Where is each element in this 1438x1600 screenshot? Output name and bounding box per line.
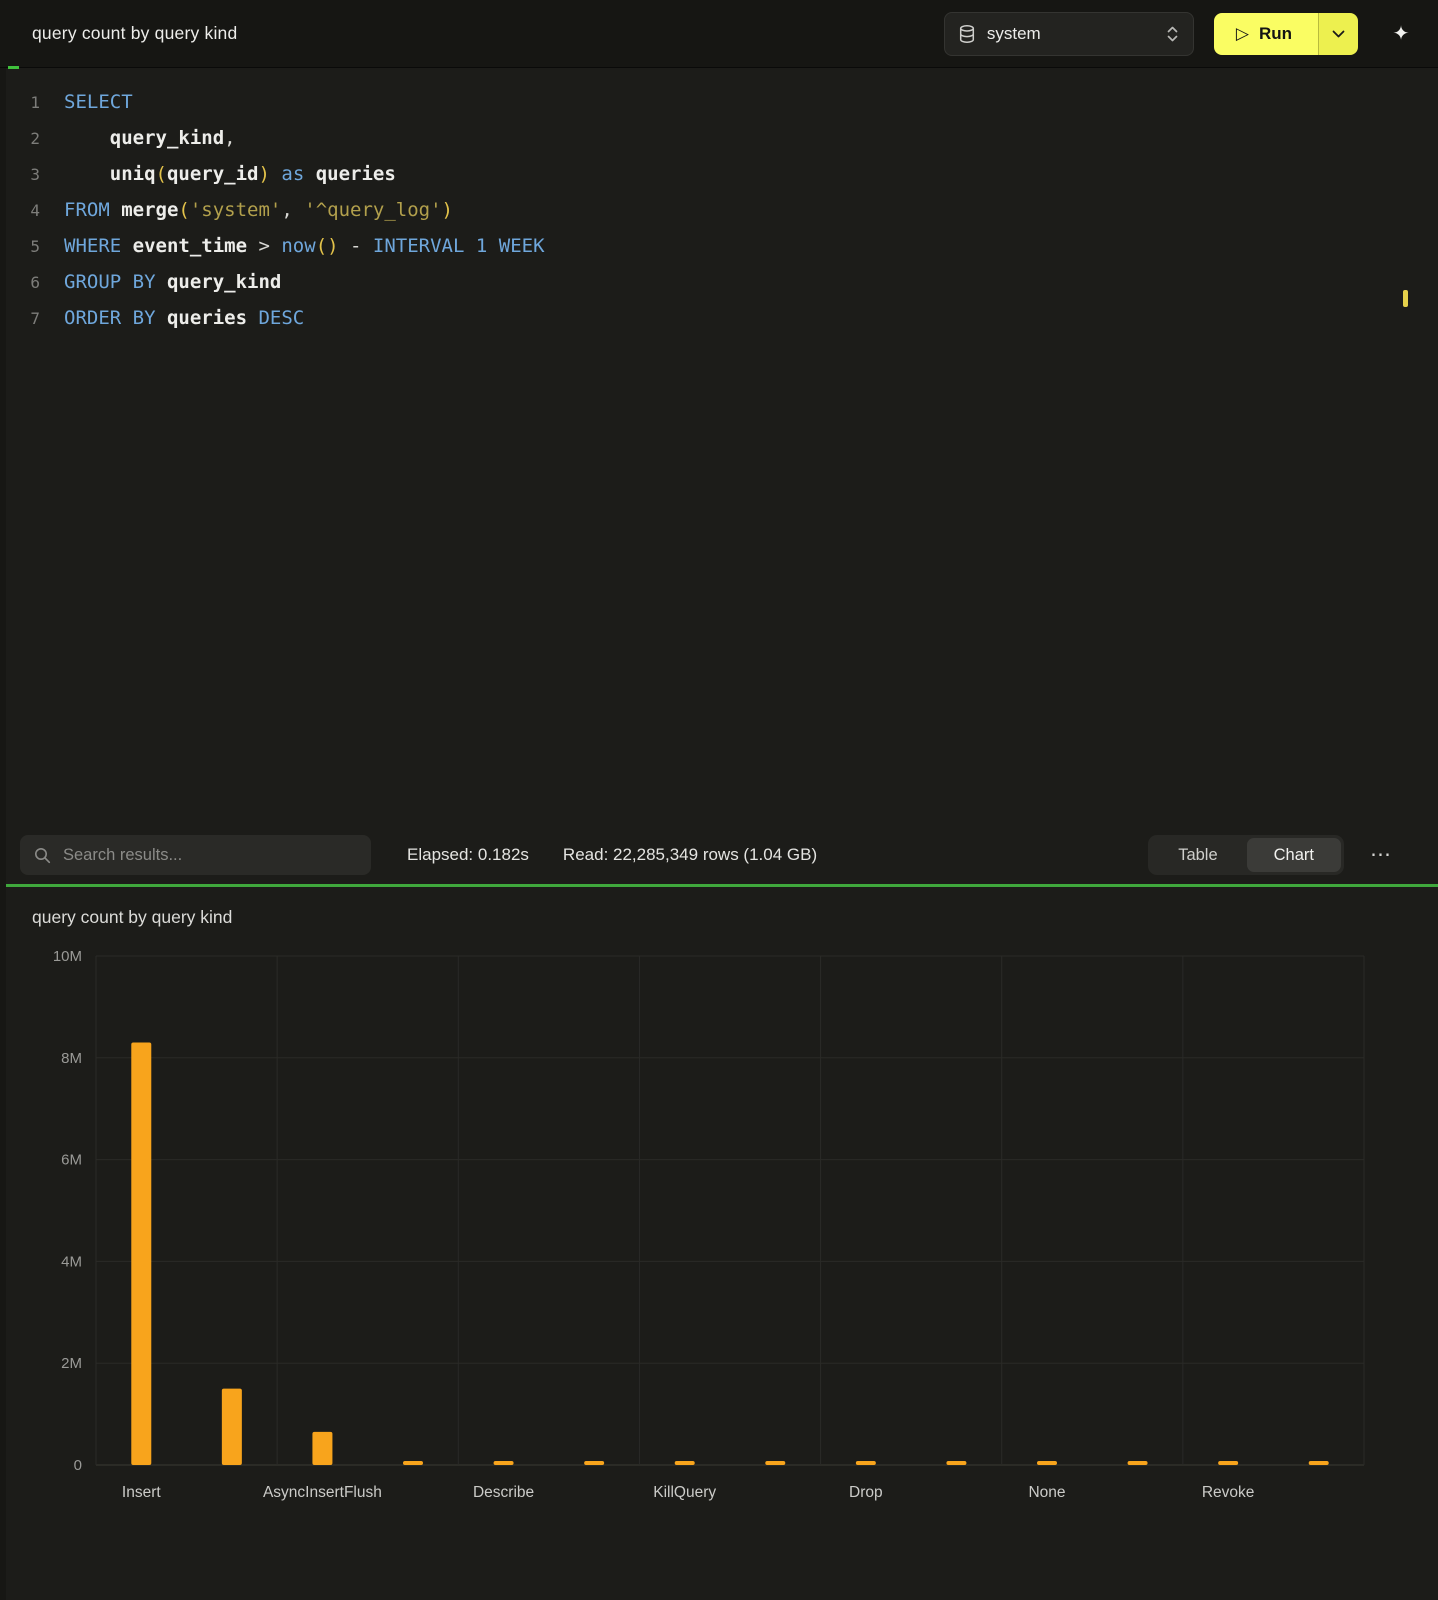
code-text: FROM merge('system', '^query_log'): [64, 199, 453, 221]
more-options-button[interactable]: ⋯: [1364, 838, 1398, 872]
y-tick-label: 8M: [61, 1050, 82, 1067]
chevron-down-icon: [1332, 30, 1345, 38]
chart-bar: [222, 1389, 242, 1465]
database-selector[interactable]: system: [944, 12, 1194, 56]
chart-bar: [584, 1461, 604, 1465]
chart-bar: [494, 1461, 514, 1465]
chart-bar: [856, 1461, 876, 1465]
x-category-label: Drop: [849, 1484, 883, 1501]
app-window: query count by query kind system ▷ Run: [0, 0, 1438, 1600]
y-tick-label: 0: [74, 1457, 82, 1474]
view-toggle: Table Chart: [1148, 835, 1344, 875]
search-box: [20, 835, 371, 875]
chart-bar: [131, 1043, 151, 1465]
select-updown-icon: [1166, 24, 1179, 44]
chart-bar: [1128, 1461, 1148, 1465]
editor-modified-indicator: [8, 66, 19, 69]
x-category-label: AsyncInsertFlush: [263, 1484, 382, 1501]
chart-bar: [946, 1461, 966, 1465]
code-line: 2 query_kind,: [0, 120, 1438, 156]
line-number: 7: [0, 309, 40, 328]
code-line: 7 ORDER BY queries DESC: [0, 300, 1438, 336]
header: query count by query kind system ▷ Run: [0, 0, 1438, 68]
chart-bar: [1037, 1461, 1057, 1465]
chart-title: query count by query kind: [32, 905, 1438, 929]
code-text: query_kind,: [64, 127, 236, 149]
read-stat: Read: 22,285,349 rows (1.04 GB): [563, 845, 817, 865]
search-icon: [34, 847, 51, 864]
line-number: 3: [0, 165, 40, 184]
y-tick-label: 10M: [53, 948, 82, 965]
y-tick-label: 6M: [61, 1152, 82, 1169]
chart-section: query count by query kind 0 2M 4M 6M 8M 10M In…: [0, 887, 1438, 1600]
play-icon: ▷: [1236, 24, 1249, 44]
code-text: ORDER BY queries DESC: [64, 307, 304, 329]
run-button-group: ▷ Run: [1214, 13, 1358, 55]
extra-action-button[interactable]: ✦: [1380, 13, 1422, 55]
chart-bar: [403, 1461, 423, 1465]
x-category-label: None: [1028, 1484, 1065, 1501]
sparkle-icon: ✦: [1393, 23, 1410, 45]
x-category-label: Insert: [122, 1484, 161, 1501]
line-number: 1: [0, 93, 40, 112]
run-options-button[interactable]: [1318, 13, 1358, 55]
chart-bar: [1218, 1461, 1238, 1465]
chart-bar: [312, 1432, 332, 1465]
x-category-label: KillQuery: [653, 1484, 716, 1501]
code-lines: 1SELECT2 query_kind,3 uniq(query_id) as …: [0, 84, 1438, 336]
code-text: GROUP BY query_kind: [64, 271, 281, 293]
code-line: 4 FROM merge('system', '^query_log'): [0, 192, 1438, 228]
tab-chart[interactable]: Chart: [1247, 838, 1341, 872]
line-number: 6: [0, 273, 40, 292]
elapsed-stat: Elapsed: 0.182s: [407, 845, 529, 865]
line-number: 5: [0, 237, 40, 256]
chart-bar: [675, 1461, 695, 1465]
left-edge-strip: [0, 68, 6, 1600]
code-text: WHERE event_time > now() - INTERVAL 1 WE…: [64, 235, 545, 257]
ellipsis-icon: ⋯: [1370, 843, 1392, 866]
database-value: system: [987, 24, 1154, 44]
code-text: SELECT: [64, 91, 133, 113]
run-button-label: Run: [1259, 24, 1292, 44]
results-toolbar: Elapsed: 0.182s Read: 22,285,349 rows (1…: [0, 826, 1438, 884]
sql-editor[interactable]: 1SELECT2 query_kind,3 uniq(query_id) as …: [0, 68, 1438, 826]
chart-bar: [1309, 1461, 1329, 1465]
run-button[interactable]: ▷ Run: [1214, 13, 1318, 55]
code-text: uniq(query_id) as queries: [64, 163, 396, 185]
line-number: 2: [0, 129, 40, 148]
bar-chart: 0 2M 4M 6M 8M 10M Insert AsyncInsertFlush Descri…: [22, 935, 1422, 1535]
code-line: 6 GROUP BY query_kind: [0, 264, 1438, 300]
x-category-label: Describe: [473, 1484, 534, 1501]
scrollbar-marker: [1403, 290, 1408, 307]
chart-bar: [765, 1461, 785, 1465]
x-category-label: Revoke: [1202, 1484, 1255, 1501]
search-input[interactable]: [63, 846, 357, 865]
database-icon: [959, 25, 975, 43]
tab-table[interactable]: Table: [1151, 838, 1244, 872]
line-number: 4: [0, 201, 40, 220]
y-tick-label: 4M: [61, 1253, 82, 1270]
page-title: query count by query kind: [32, 23, 237, 44]
code-line: 3 uniq(query_id) as queries: [0, 156, 1438, 192]
code-line: 5 WHERE event_time > now() - INTERVAL 1 W…: [0, 228, 1438, 264]
code-line: 1 SELECT: [0, 84, 1438, 120]
y-tick-label: 2M: [61, 1355, 82, 1372]
